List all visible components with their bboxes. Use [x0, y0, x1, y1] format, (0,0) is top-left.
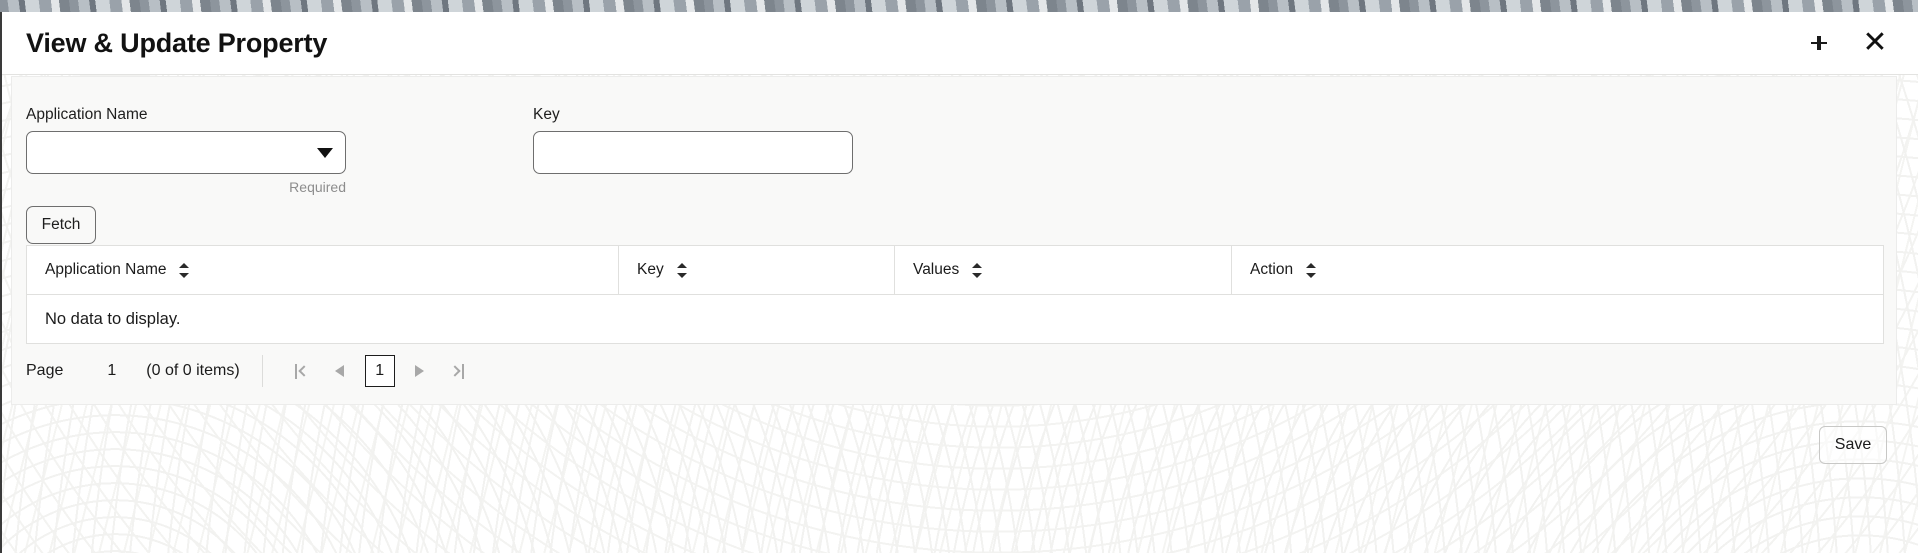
- column-header-label: Application Name: [45, 261, 167, 278]
- previous-page-icon: [335, 365, 345, 377]
- first-page-button[interactable]: [283, 354, 321, 388]
- close-button[interactable]: ✕: [1858, 26, 1892, 60]
- pager-divider: [261, 355, 263, 387]
- chevron-down-icon: [317, 147, 333, 158]
- property-dialog-window: View & Update Property ✕ Application Nam…: [0, 12, 1918, 553]
- sort-icon[interactable]: [179, 262, 190, 278]
- application-name-required-note: Required: [289, 179, 346, 195]
- property-form-card: Application Name Required Key Fetch Appl…: [11, 76, 1897, 405]
- column-header-key[interactable]: Key: [619, 246, 895, 294]
- first-page-icon: [295, 363, 310, 379]
- last-page-button[interactable]: [439, 354, 477, 388]
- page-title: View & Update Property: [26, 27, 328, 58]
- sort-icon[interactable]: [972, 262, 983, 278]
- properties-table: Application Name Key Values Action No da…: [26, 245, 1884, 344]
- sort-icon[interactable]: [676, 262, 688, 278]
- dialog-titlebar: View & Update Property ✕: [2, 12, 1918, 75]
- key-field-group: Key: [533, 106, 853, 174]
- key-input[interactable]: [533, 131, 853, 174]
- column-header-label: Values: [913, 261, 960, 278]
- pager-item-count: (0 of 0 items): [146, 362, 240, 379]
- save-button[interactable]: Save: [1819, 426, 1887, 464]
- column-header-label: Action: [1250, 261, 1294, 278]
- column-header-label: Key: [637, 261, 664, 278]
- next-page-icon: [415, 365, 425, 377]
- collapse-icon: [1807, 32, 1831, 54]
- collapse-button[interactable]: [1802, 26, 1836, 60]
- pager-page-label: Page: [26, 362, 64, 379]
- application-name-label: Application Name: [26, 106, 148, 123]
- table-header-row: Application Name Key Values Action: [27, 246, 1883, 295]
- last-page-icon: [449, 363, 465, 379]
- application-name-field-group: Application Name Required: [26, 106, 346, 195]
- table-pager: Page 1 (0 of 0 items) 1: [26, 347, 477, 395]
- fetch-button[interactable]: Fetch: [26, 206, 96, 244]
- column-header-values[interactable]: Values: [895, 246, 1232, 294]
- key-label: Key: [533, 106, 560, 123]
- table-empty-message: No data to display.: [45, 309, 181, 328]
- next-page-button[interactable]: [401, 354, 439, 388]
- titlebar-actions: ✕: [1802, 26, 1892, 60]
- dialog-footer: Save: [11, 412, 1897, 541]
- column-header-action[interactable]: Action: [1232, 246, 1883, 294]
- application-name-select[interactable]: [26, 131, 346, 174]
- page-number-button[interactable]: 1: [364, 355, 395, 387]
- sort-icon[interactable]: [1306, 262, 1317, 278]
- form-row: Application Name Required Key: [12, 77, 1896, 195]
- column-header-application-name[interactable]: Application Name: [27, 246, 619, 294]
- close-icon: ✕: [1862, 26, 1888, 59]
- pager-page-number: 1: [107, 362, 117, 379]
- previous-page-button[interactable]: [321, 354, 359, 388]
